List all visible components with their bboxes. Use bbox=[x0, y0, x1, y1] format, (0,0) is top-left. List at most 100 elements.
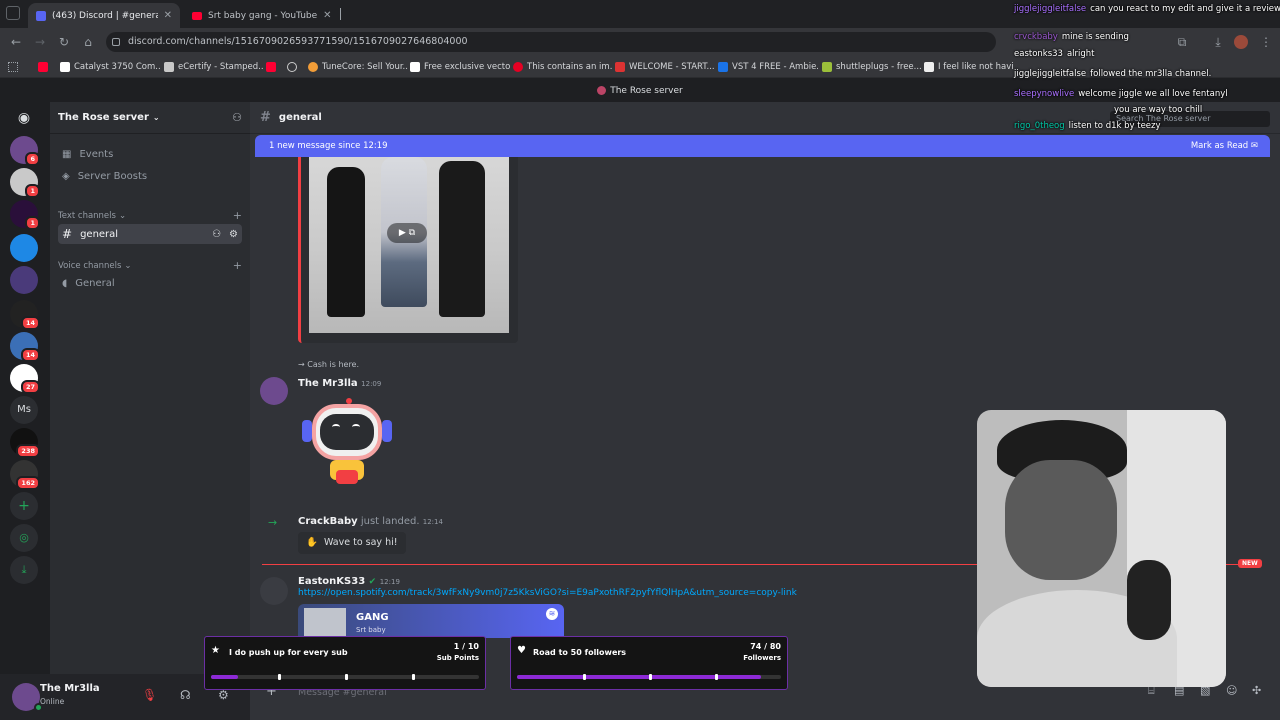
hashtag-icon: # bbox=[62, 227, 73, 241]
server-header[interactable]: The Rose server ⌄ ⚇ bbox=[50, 102, 250, 134]
guild-icon[interactable]: 27 bbox=[10, 364, 40, 394]
mute-microphone-icon[interactable]: 🎙 bbox=[142, 688, 157, 702]
bookmark-item[interactable]: eCertify - Stamped... bbox=[164, 59, 264, 75]
goal-unit: Sub Points bbox=[436, 654, 479, 662]
events-item[interactable]: ▦ Events bbox=[58, 144, 242, 164]
bookmark-favicon-icon bbox=[822, 62, 832, 72]
message-author[interactable]: EastonKS33 bbox=[298, 576, 365, 587]
unread-badge: 238 bbox=[16, 444, 40, 458]
goal-title: Road to 50 followers bbox=[533, 648, 627, 657]
spotify-embed[interactable]: GANG Srt baby ≋ bbox=[298, 604, 564, 638]
spotify-link[interactable]: https://open.spotify.com/track/3wfFxNy9v… bbox=[298, 588, 797, 598]
bookmark-item[interactable]: I feel like not having bbox=[924, 59, 1014, 75]
site-info-icon[interactable] bbox=[112, 38, 120, 46]
guild-icon[interactable]: 1 bbox=[10, 168, 40, 198]
wave-button[interactable]: ✋ Wave to say hi! bbox=[298, 532, 406, 554]
bookmark-item[interactable]: TuneCore: Sell Your... bbox=[308, 59, 408, 75]
youtube-bookmark-icon[interactable] bbox=[38, 62, 48, 72]
bookmark-item[interactable]: VST 4 FREE - Ambie... bbox=[718, 59, 818, 75]
guild-icon[interactable]: 238 bbox=[10, 428, 40, 458]
unread-badge: 14 bbox=[20, 316, 40, 330]
unread-badge: 1 bbox=[25, 184, 40, 198]
channel-title: general bbox=[278, 112, 322, 123]
server-name: The Rose server bbox=[58, 112, 149, 123]
message-author[interactable]: The Mr3lla bbox=[298, 378, 358, 389]
embed-title: GANG bbox=[356, 612, 389, 623]
unread-badge: 27 bbox=[20, 380, 40, 394]
stream-chat-overlay: jigglejiggleitfalse can you react to my e… bbox=[1010, 2, 1280, 132]
apps-grid-icon[interactable] bbox=[8, 62, 18, 72]
add-server-icon[interactable]: + bbox=[10, 492, 38, 520]
bookmark-item[interactable]: Catalyst 3750 Com... bbox=[60, 59, 160, 75]
message-header: EastonKS33 ✔ 12:19 bbox=[298, 574, 400, 587]
headphones-icon[interactable]: ☊ bbox=[180, 688, 191, 702]
forward-arrow-icon[interactable]: → bbox=[32, 34, 48, 50]
voice-channels-category[interactable]: Voice channels ⌄ + bbox=[58, 259, 242, 272]
download-apps-icon[interactable]: ⤓ bbox=[10, 556, 38, 584]
channel-sidebar: The Rose server ⌄ ⚇ ▦ Events ◈ Server Boos… bbox=[50, 102, 250, 674]
goal-progress-fill bbox=[517, 675, 762, 679]
user-settings-gear-icon[interactable]: ⚙ bbox=[218, 688, 229, 702]
close-icon[interactable]: ✕ bbox=[164, 10, 172, 21]
text-channels-category[interactable]: Text channels ⌄ + bbox=[58, 209, 242, 222]
close-icon[interactable]: ✕ bbox=[323, 10, 331, 21]
tab-search-icon[interactable] bbox=[6, 6, 20, 20]
voice-channel-general[interactable]: ◖ General bbox=[58, 273, 242, 293]
emoji-icon[interactable]: ☺ bbox=[1226, 684, 1237, 697]
avatar[interactable] bbox=[260, 577, 288, 605]
robot-sticker bbox=[302, 398, 392, 490]
bookmark-item[interactable]: This contains an im... bbox=[513, 59, 613, 75]
goal-count: 74 / 80 bbox=[750, 642, 781, 651]
guild-icon[interactable]: 6 bbox=[10, 136, 40, 166]
invite-icon[interactable]: ⚇ bbox=[212, 229, 221, 240]
discover-icon[interactable]: ◎ bbox=[10, 524, 38, 552]
bookmark-item[interactable]: Free exclusive vecto... bbox=[410, 59, 510, 75]
add-channel-icon[interactable]: + bbox=[233, 259, 242, 272]
guild-icon[interactable]: 14 bbox=[10, 300, 40, 330]
discord-home-icon[interactable]: ◉ bbox=[10, 104, 38, 132]
new-messages-banner[interactable]: 1 new message since 12:19 Mark as Read ✉ bbox=[255, 135, 1270, 157]
chat-line: you are way too chill bbox=[1114, 105, 1203, 115]
reply-preview[interactable]: → Cash is here. bbox=[298, 360, 359, 369]
goal-progress-bar bbox=[211, 674, 479, 680]
message-author[interactable]: CrackBaby bbox=[298, 516, 358, 527]
invite-people-icon[interactable]: ⚇ bbox=[232, 111, 242, 124]
album-art bbox=[304, 608, 346, 638]
tab-discord[interactable]: (463) Discord | #general | The R... ✕ bbox=[28, 3, 180, 28]
goal-title: I do push up for every sub bbox=[229, 648, 348, 657]
avatar[interactable] bbox=[260, 377, 288, 405]
reload-icon[interactable]: ↻ bbox=[56, 34, 72, 50]
spotify-logo-icon: ≋ bbox=[546, 608, 558, 620]
guild-icon-ms[interactable]: Ms bbox=[10, 396, 38, 424]
play-video-icon[interactable]: ▶ ⧉ bbox=[387, 223, 427, 243]
bookmark-item[interactable]: shuttleplugs - free... bbox=[822, 59, 922, 75]
chat-line: sleepynowlive welcome jiggle we all love … bbox=[1014, 89, 1228, 99]
home-icon[interactable]: ⌂ bbox=[80, 34, 96, 50]
guild-icon[interactable]: 14 bbox=[10, 332, 40, 362]
server-boosts-item[interactable]: ◈ Server Boosts bbox=[58, 166, 242, 186]
star-icon: ★ bbox=[211, 645, 220, 656]
back-arrow-icon[interactable]: ← bbox=[8, 34, 24, 50]
url-field[interactable]: discord.com/channels/1516709026593771590… bbox=[106, 32, 996, 52]
chevron-down-icon: ⌄ bbox=[118, 210, 127, 221]
bookmark-favicon-icon bbox=[924, 62, 934, 72]
guild-icon[interactable] bbox=[10, 266, 38, 294]
guild-list: ◉ 6 1 1 14 14 27 Ms 238 162 + ◎ ⤓ bbox=[0, 102, 50, 720]
channel-general[interactable]: # general ⚇ ⚙ bbox=[58, 224, 242, 244]
guild-icon[interactable]: 162 bbox=[10, 460, 40, 490]
gear-icon[interactable]: ⚙ bbox=[229, 229, 238, 240]
calendar-icon: ▦ bbox=[62, 148, 72, 160]
add-channel-icon[interactable]: + bbox=[233, 209, 242, 222]
join-arrow-icon: → bbox=[268, 516, 278, 529]
guild-icon[interactable] bbox=[10, 234, 38, 262]
youtube-bookmark-icon[interactable] bbox=[266, 62, 276, 72]
guild-icon[interactable]: 1 bbox=[10, 200, 40, 230]
tab-youtube[interactable]: Srt baby gang - YouTube ✕ bbox=[184, 3, 336, 28]
boost-icon: ◈ bbox=[62, 170, 70, 182]
embedded-photo[interactable]: ▶ ⧉ bbox=[309, 157, 509, 333]
tab-label: (463) Discord | #general | The R... bbox=[52, 10, 158, 21]
apps-icon[interactable]: ✣ bbox=[1252, 684, 1261, 697]
mark-as-read-button[interactable]: Mark as Read ✉ bbox=[1191, 135, 1258, 157]
globe-bookmark-icon[interactable] bbox=[287, 62, 297, 72]
bookmark-item[interactable]: WELCOME - START... bbox=[615, 59, 715, 75]
